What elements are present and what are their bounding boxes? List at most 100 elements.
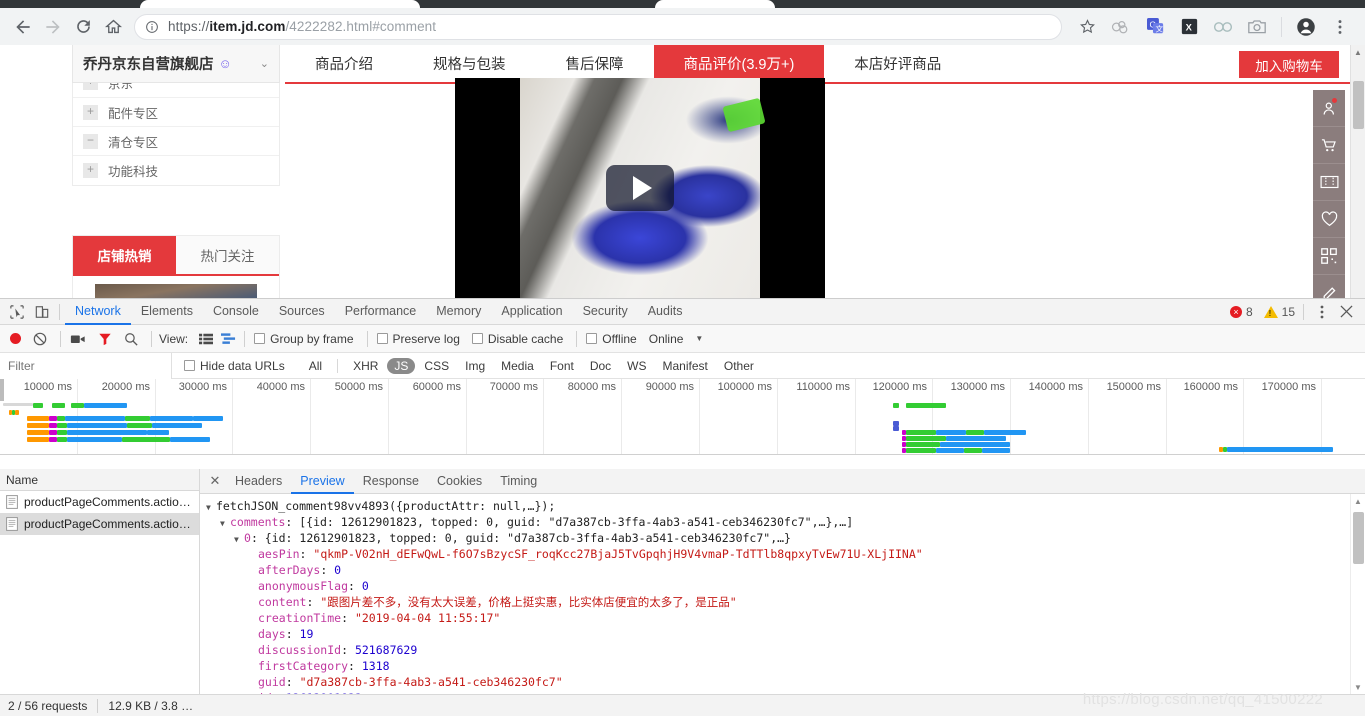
request-row-0[interactable]: productPageComments.actio… bbox=[0, 491, 199, 513]
capture-screenshots-icon[interactable] bbox=[66, 327, 90, 351]
network-timeline-overview[interactable]: 10000 ms 20000 ms 30000 ms 40000 ms 50000 ms… bbox=[0, 379, 1365, 455]
tab-popular-focus[interactable]: 热门关注 bbox=[176, 236, 279, 274]
preserve-log-checkbox[interactable]: Preserve log bbox=[373, 327, 464, 351]
profile-avatar-icon[interactable] bbox=[1292, 13, 1320, 41]
inspect-element-icon[interactable] bbox=[4, 299, 29, 324]
devtools-tab-elements[interactable]: Elements bbox=[131, 299, 203, 325]
detail-tab-response[interactable]: Response bbox=[354, 469, 428, 494]
plus-icon[interactable]: + bbox=[83, 163, 98, 178]
json-line[interactable]: ▼ fetchJSON_comment98vv4893({productAttr:… bbox=[206, 498, 1365, 514]
tab-spec-packaging[interactable]: 规格与包装 bbox=[403, 45, 536, 82]
filter-type-font[interactable]: Font bbox=[543, 358, 581, 374]
excel-extension-icon[interactable]: X bbox=[1175, 13, 1203, 41]
page-info-icon[interactable] bbox=[145, 20, 159, 34]
devtools-tab-memory[interactable]: Memory bbox=[426, 299, 491, 325]
devtools-tab-application[interactable]: Application bbox=[491, 299, 572, 325]
detail-tab-preview[interactable]: Preview bbox=[291, 469, 354, 494]
search-icon[interactable] bbox=[120, 327, 142, 351]
warning-count-badge[interactable]: 15 bbox=[1256, 305, 1295, 319]
forward-arrow-icon[interactable] bbox=[38, 12, 68, 42]
plus-icon[interactable]: + bbox=[83, 83, 98, 90]
filter-funnel-icon[interactable] bbox=[94, 327, 116, 351]
expand-triangle-icon[interactable]: ▼ bbox=[220, 516, 230, 532]
clear-button[interactable] bbox=[29, 327, 51, 351]
address-bar[interactable]: https://item.jd.com/4222282.html#comment bbox=[134, 13, 1062, 40]
json-line[interactable]: aesPin: "qkmP-V02nH_dEFwQwL-f6O7sBzycSF_… bbox=[206, 546, 1365, 562]
json-line[interactable]: ▼ 0: {id: 12612901823, topped: 0, guid: "… bbox=[206, 530, 1365, 546]
qr-code-icon[interactable] bbox=[1313, 238, 1345, 275]
filter-type-xhr[interactable]: XHR bbox=[346, 358, 385, 374]
devtools-tab-audits[interactable]: Audits bbox=[638, 299, 693, 325]
sidebar-item-category-3[interactable]: + 功能科技 bbox=[73, 156, 279, 185]
screenshot-camera-icon[interactable] bbox=[1243, 13, 1271, 41]
filter-input[interactable] bbox=[0, 352, 172, 379]
json-line[interactable]: firstCategory: 1318 bbox=[206, 658, 1365, 674]
json-line[interactable]: creationTime: "2019-04-04 11:55:17" bbox=[206, 610, 1365, 626]
filter-type-media[interactable]: Media bbox=[494, 358, 541, 374]
filter-type-all[interactable]: All bbox=[302, 358, 329, 374]
product-thumbnail[interactable] bbox=[95, 284, 257, 298]
json-line[interactable]: content: "跟图片差不多，没有太大误差，价格上挺实惠，比实体店便宜的太多… bbox=[206, 594, 1365, 610]
preview-scrollbar[interactable]: ▲ ▼ bbox=[1350, 494, 1365, 694]
devtools-tab-sources[interactable]: Sources bbox=[269, 299, 335, 325]
add-to-cart-button[interactable]: 加入购物车 bbox=[1239, 51, 1339, 78]
user-icon[interactable] bbox=[1313, 90, 1345, 127]
minus-icon[interactable]: − bbox=[83, 133, 98, 149]
infinity-extension-icon[interactable] bbox=[1209, 13, 1237, 41]
json-line[interactable]: days: 19 bbox=[206, 626, 1365, 642]
detail-tab-timing[interactable]: Timing bbox=[491, 469, 546, 494]
filter-type-manifest[interactable]: Manifest bbox=[656, 358, 715, 374]
preview-scrollbar-thumb[interactable] bbox=[1353, 512, 1364, 564]
close-detail-icon[interactable]: ✕ bbox=[204, 470, 226, 492]
error-count-badge[interactable]: × 8 bbox=[1229, 305, 1253, 319]
sidebar-item-category-0[interactable]: + 京东 bbox=[73, 83, 279, 98]
devtools-tab-console[interactable]: Console bbox=[203, 299, 269, 325]
scroll-up-arrow-icon[interactable]: ▲ bbox=[1351, 494, 1365, 508]
throttling-select[interactable]: Online ▼ bbox=[645, 327, 708, 351]
filter-type-css[interactable]: CSS bbox=[417, 358, 456, 374]
group-by-frame-checkbox[interactable]: Group by frame bbox=[250, 327, 357, 351]
tab-product-intro[interactable]: 商品介绍 bbox=[285, 45, 403, 82]
timeline-selection-handle[interactable] bbox=[0, 379, 4, 401]
json-line[interactable]: ▼ comments: [{id: 12612901823, topped: 0,… bbox=[206, 514, 1365, 530]
json-line[interactable]: anonymousFlag: 0 bbox=[206, 578, 1365, 594]
page-scrollbar-thumb[interactable] bbox=[1353, 81, 1364, 129]
google-translate-icon[interactable]: G文 bbox=[1141, 13, 1169, 41]
expand-triangle-icon[interactable]: ▼ bbox=[206, 500, 216, 516]
feedback-pencil-icon[interactable] bbox=[1313, 275, 1345, 298]
record-button[interactable] bbox=[6, 327, 25, 351]
scroll-up-arrow-icon[interactable]: ▲ bbox=[1351, 45, 1365, 59]
filter-type-doc[interactable]: Doc bbox=[583, 358, 618, 374]
shopping-cart-icon[interactable] bbox=[1313, 127, 1345, 164]
devtools-tab-network[interactable]: Network bbox=[65, 299, 131, 325]
view-list-icon[interactable] bbox=[197, 330, 215, 348]
tab-store-hot-sales[interactable]: 店铺热销 bbox=[73, 236, 176, 274]
sidebar-item-category-2[interactable]: − 清仓专区 bbox=[73, 127, 279, 156]
home-icon[interactable] bbox=[98, 12, 128, 42]
filter-type-img[interactable]: Img bbox=[458, 358, 492, 374]
plus-icon[interactable]: + bbox=[83, 104, 98, 120]
filter-type-js[interactable]: JS bbox=[387, 357, 416, 374]
page-scrollbar[interactable]: ▲ bbox=[1350, 45, 1365, 298]
detail-tab-cookies[interactable]: Cookies bbox=[428, 469, 491, 494]
json-line[interactable]: afterDays: 0 bbox=[206, 562, 1365, 578]
device-toolbar-icon[interactable] bbox=[29, 299, 54, 324]
tab-store-top-rated[interactable]: 本店好评商品 bbox=[824, 45, 971, 82]
extension-circles-icon[interactable] bbox=[1107, 13, 1135, 41]
tab-product-reviews[interactable]: 商品评价(3.9万+) bbox=[653, 45, 825, 82]
back-arrow-icon[interactable] bbox=[8, 12, 38, 42]
devtools-tab-performance[interactable]: Performance bbox=[335, 299, 427, 325]
filter-type-ws[interactable]: WS bbox=[620, 358, 653, 374]
review-video-player[interactable] bbox=[455, 78, 825, 298]
coupon-ticket-icon[interactable] bbox=[1313, 164, 1345, 201]
expand-triangle-icon[interactable]: ▼ bbox=[234, 532, 244, 548]
chrome-menu-icon[interactable] bbox=[1326, 13, 1354, 41]
devtools-tab-security[interactable]: Security bbox=[573, 299, 638, 325]
chevron-down-icon[interactable]: ⌄ bbox=[260, 57, 269, 70]
bookmark-star-icon[interactable] bbox=[1073, 13, 1101, 41]
hide-data-urls-checkbox[interactable]: Hide data URLs bbox=[180, 354, 289, 378]
close-devtools-icon[interactable] bbox=[1334, 299, 1359, 324]
offline-checkbox[interactable]: Offline bbox=[582, 327, 640, 351]
store-header[interactable]: 乔丹京东自营旗舰店 ☺ ⌄ bbox=[72, 45, 280, 83]
request-row-1[interactable]: productPageComments.actio… bbox=[0, 513, 199, 535]
